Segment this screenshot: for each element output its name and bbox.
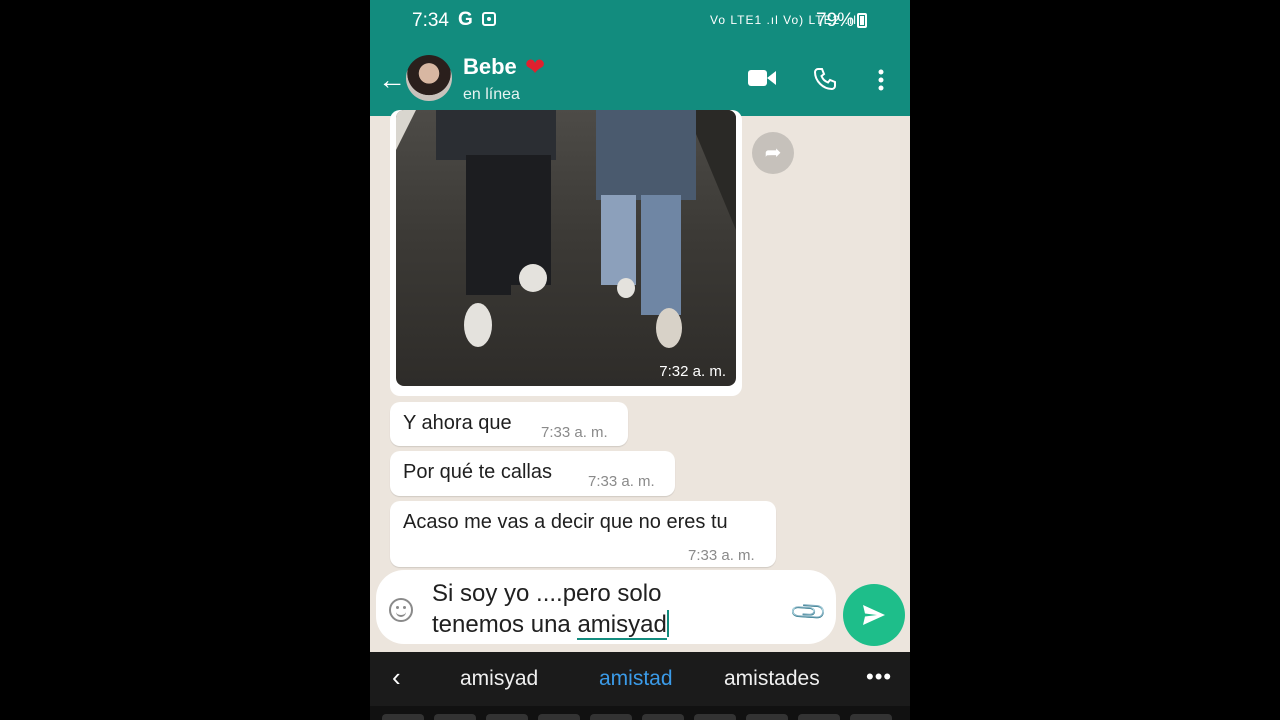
emoji-icon[interactable] [389, 598, 413, 622]
google-icon: G [458, 9, 473, 30]
status-bar: 7:34 G Vo LTE1 .ıl Vo) LTE2 .ıl 79% [370, 0, 910, 42]
battery-icon [857, 13, 867, 28]
video-call-icon[interactable] [748, 68, 776, 93]
message-time: 7:33 a. m. [688, 547, 755, 564]
photo-thumbnail[interactable]: 7:32 a. m. [396, 110, 736, 386]
suggestion-item[interactable]: amistades [724, 667, 820, 691]
text-cursor [666, 610, 669, 637]
more-horiz-icon[interactable]: ••• [866, 664, 892, 690]
message-bubble[interactable]: Por qué te callas 7:33 a. m. [390, 451, 675, 496]
message-text: Acaso me vas a decir que no eres tu [403, 511, 728, 533]
contact-name[interactable]: Bebe [463, 54, 517, 80]
keyboard-suggestion-bar: ‹ amisyad amistad amistades ••• [370, 652, 910, 706]
phone-icon[interactable] [813, 67, 837, 96]
heart-emoji: ❤ [525, 54, 546, 81]
message-time: 7:32 a. m. [659, 363, 726, 380]
keyboard-key[interactable] [642, 714, 684, 720]
message-text: Por qué te callas [403, 461, 552, 483]
message-bubble[interactable]: Y ahora que 7:33 a. m. [390, 402, 628, 446]
keyboard-key[interactable] [382, 714, 424, 720]
photo-scene [396, 110, 736, 348]
forward-icon[interactable]: ➦ [752, 132, 794, 174]
message-input[interactable]: Si soy yo ....pero solo tenemos una amis… [432, 578, 669, 640]
keyboard-key[interactable] [590, 714, 632, 720]
contact-status: en línea [463, 86, 520, 103]
attach-icon[interactable]: 📎 [788, 592, 830, 634]
more-vert-icon[interactable] [877, 68, 885, 97]
message-text: Y ahora que [403, 412, 512, 434]
suggestion-item[interactable]: amisyad [460, 667, 538, 691]
keyboard-key[interactable] [486, 714, 528, 720]
keyboard-key[interactable] [850, 714, 892, 720]
message-time: 7:33 a. m. [541, 424, 608, 441]
screen-record-icon [482, 12, 496, 26]
input-line-1: Si soy yo ....pero solo [432, 580, 662, 607]
keyboard-key[interactable] [538, 714, 580, 720]
keyboard-key[interactable] [694, 714, 736, 720]
send-button[interactable] [843, 584, 905, 646]
suggestion-item-selected[interactable]: amistad [599, 667, 673, 691]
message-composer[interactable]: Si soy yo ....pero solo tenemos una amis… [376, 570, 836, 644]
image-message[interactable]: 7:32 a. m. [390, 110, 742, 396]
keyboard-key[interactable] [434, 714, 476, 720]
status-time: 7:34 [412, 10, 449, 31]
keyboard-keys-row [370, 706, 910, 720]
send-icon [863, 605, 885, 625]
keyboard-key[interactable] [798, 714, 840, 720]
message-bubble[interactable]: Acaso me vas a decir que no eres tu 7:33… [390, 501, 776, 567]
keyboard-key[interactable] [746, 714, 788, 720]
battery-percent: 79% [816, 10, 855, 31]
message-time: 7:33 a. m. [588, 473, 655, 490]
app-header: 7:34 G Vo LTE1 .ıl Vo) LTE2 .ıl 79% ← Be… [370, 0, 910, 116]
avatar[interactable] [406, 55, 452, 101]
phone-screen: 7:34 G Vo LTE1 .ıl Vo) LTE2 .ıl 79% ← Be… [370, 0, 910, 720]
input-line-2-prefix: tenemos una [432, 611, 578, 638]
chevron-left-icon[interactable]: ‹ [392, 662, 401, 693]
misspelled-word: amisyad [577, 611, 667, 640]
back-arrow-icon[interactable]: ← [378, 64, 406, 96]
